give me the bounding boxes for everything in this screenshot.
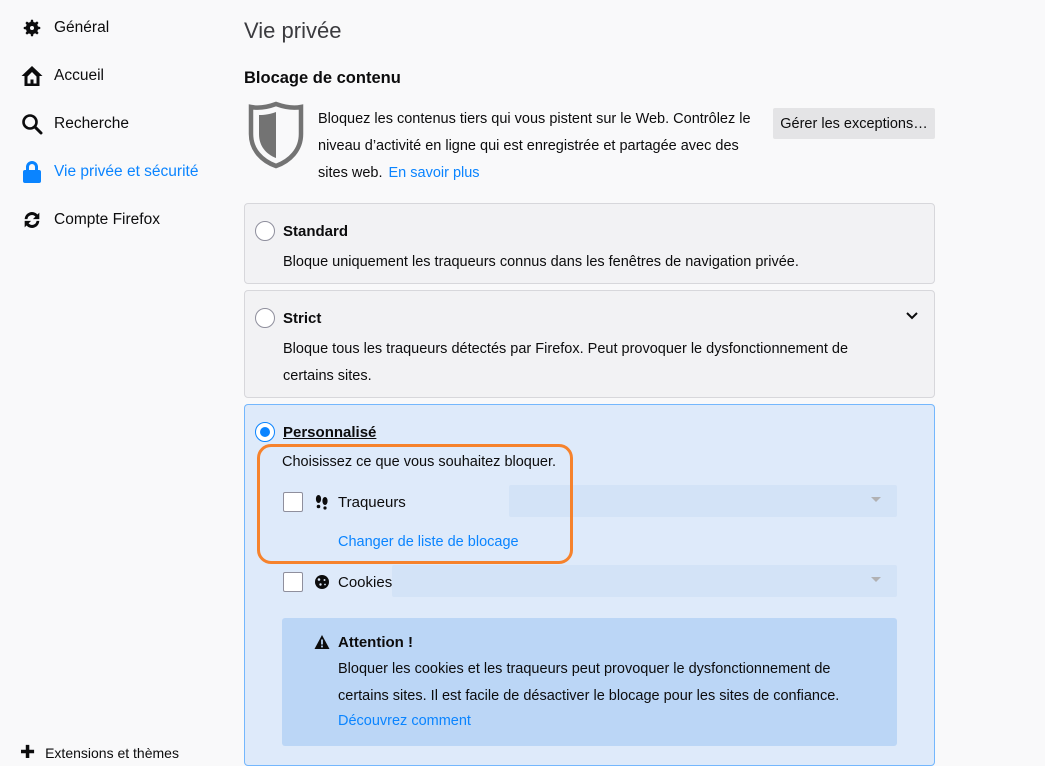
cookies-checkbox[interactable] <box>283 572 303 592</box>
warning-title: Attention ! <box>338 634 413 651</box>
sidebar-item-home[interactable]: Accueil <box>20 60 104 92</box>
sidebar-item-search[interactable]: Recherche <box>20 108 129 140</box>
sidebar: Général Accueil Recherche Vie privée et … <box>0 0 220 762</box>
description-text: Bloquez les contenus tiers qui vous pist… <box>318 111 751 181</box>
warning-text: Bloquer les cookies et les traqueurs peu… <box>338 661 840 704</box>
learn-how-link[interactable]: Découvrez comment <box>338 713 471 729</box>
lock-icon <box>20 160 44 184</box>
dropdown-arrow-icon <box>871 577 881 582</box>
custom-radio[interactable] <box>255 422 275 442</box>
dropdown-arrow-icon <box>871 497 881 502</box>
strict-description: Bloque tous les traqueurs détectés par F… <box>283 341 849 384</box>
standard-radio[interactable] <box>255 221 275 241</box>
sidebar-item-general[interactable]: Général <box>20 12 109 44</box>
shield-icon <box>248 101 304 169</box>
search-icon <box>20 112 44 136</box>
page-title: Vie privée <box>244 18 342 43</box>
content-blocking-description: Bloquez les contenus tiers qui vous pist… <box>318 106 768 187</box>
strict-label: Strict <box>283 310 322 327</box>
chevron-down-icon[interactable] <box>906 307 918 323</box>
sidebar-item-label: Général <box>54 19 110 36</box>
cookies-label: Cookies <box>338 574 393 591</box>
gear-icon <box>20 16 44 40</box>
warning-box: Attention ! Bloquer les cookies et les t… <box>282 618 897 746</box>
sidebar-item-firefox-account[interactable]: Compte Firefox <box>20 204 160 236</box>
option-standard-card[interactable]: Standard Bloque uniquement les traqueurs… <box>244 203 935 284</box>
learn-more-link[interactable]: En savoir plus <box>388 165 479 181</box>
sync-icon <box>20 208 44 232</box>
cookies-scope-select[interactable] <box>392 565 897 597</box>
sidebar-item-privacy[interactable]: Vie privée et sécurité <box>20 156 198 188</box>
section-title: Blocage de contenu <box>244 69 401 87</box>
sidebar-item-label: Compte Firefox <box>54 211 160 228</box>
warning-icon <box>314 635 330 649</box>
option-strict-card[interactable]: Strict Bloque tous les traqueurs détecté… <box>244 290 935 398</box>
custom-label: Personnalisé <box>283 424 377 441</box>
standard-label: Standard <box>283 223 349 240</box>
standard-description: Bloque uniquement les traqueurs connus d… <box>283 254 799 270</box>
sidebar-item-label: Vie privée et sécurité <box>54 163 199 180</box>
annotation-highlight <box>257 444 573 564</box>
sidebar-item-label: Accueil <box>54 67 104 84</box>
sidebar-item-label: Recherche <box>54 115 129 132</box>
home-icon <box>20 64 44 88</box>
manage-exceptions-button[interactable]: Gérer les exceptions… <box>773 108 935 139</box>
strict-radio[interactable] <box>255 308 275 328</box>
cookie-icon <box>313 573 331 591</box>
